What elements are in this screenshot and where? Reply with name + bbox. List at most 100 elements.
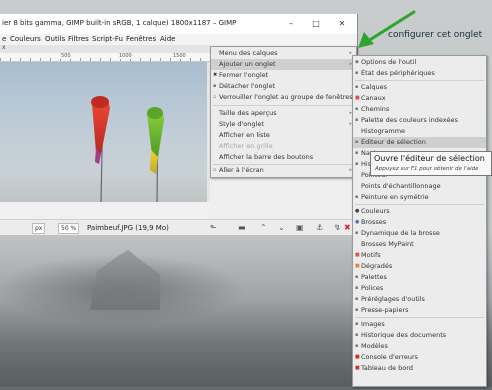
- menu-item-label: Dégradés: [361, 262, 393, 270]
- detach-icon: ▪: [213, 83, 217, 89]
- menu-item-afficher-barre-boutons[interactable]: Afficher la barre des boutons: [211, 152, 356, 163]
- raise-layer-icon[interactable]: ⌃: [260, 222, 267, 233]
- menu-item-brosses-mypaint[interactable]: Brosses MyPaint: [353, 239, 486, 250]
- dialog-icon: ■: [355, 354, 360, 360]
- menu-fenetres[interactable]: Fenêtres: [126, 35, 156, 43]
- menu-item-peinture-en-sym-trie[interactable]: ▪ Peinture en symétrie: [353, 192, 486, 203]
- layer-group-icon[interactable]: ▬: [238, 222, 246, 233]
- menu-item-style-d-onglet[interactable]: Style d'onglet ▸: [211, 119, 356, 130]
- menu-item-label: Polices: [361, 284, 384, 292]
- dialog-icon: ▪: [355, 139, 359, 145]
- lower-layer-icon[interactable]: ⌄: [278, 222, 285, 233]
- menu-item-d-grad-s[interactable]: ■ Dégradés: [353, 261, 486, 272]
- menu-item-tableau-de-bord[interactable]: ■ Tableau de bord: [353, 363, 486, 374]
- image-canvas[interactable]: [0, 62, 207, 202]
- dialog-icon: ▪: [355, 161, 359, 167]
- dialog-icon: ●: [355, 208, 360, 214]
- menu-item-ajouter-un-onglet[interactable]: Ajouter un onglet ▸: [211, 59, 356, 70]
- menu-item-dynamique-de-la-brosse[interactable]: ▪ Dynamique de la brosse: [353, 228, 486, 239]
- menu-couleurs[interactable]: Couleurs: [10, 35, 41, 43]
- annotation-text: configurer cet onglet: [388, 30, 483, 40]
- new-layer-icon[interactable]: ⬑: [210, 222, 217, 233]
- menu-item-aller-a-l-ecran[interactable]: ▫ Aller à l'écran ▸: [211, 165, 356, 176]
- merge-layer-icon[interactable]: ↯: [334, 222, 341, 233]
- menu-item-taille-des-apercus[interactable]: Taille des aperçus ▸: [211, 108, 356, 119]
- menu-item-label: Dynamique de la brosse: [361, 229, 440, 237]
- menu-item-label: Éditeur de sélection: [361, 138, 426, 146]
- menu-item-verrouiller-l-onglet[interactable]: ▫ Verrouiller l'onglet au groupe de fenê…: [211, 92, 356, 103]
- menu-item-tat-des-p-riph-riques[interactable]: ▪ État des périphériques: [353, 68, 486, 79]
- dock-dialogs-submenu: ◆ Options de l'outil ▪ État des périphériqu…: [352, 55, 487, 387]
- menu-item-label: Options de l'outil: [361, 58, 417, 66]
- dialog-icon: ▪: [355, 84, 359, 90]
- tooltip: Ouvre l'éditeur de sélection Appuyez sur…: [370, 151, 492, 176]
- dialog-icon: ◆: [355, 59, 359, 65]
- menu-item-palette-des-couleurs-index-es[interactable]: ▪ Palette des couleurs indexées: [353, 115, 486, 126]
- status-bar: px 50 % Paimbeuf.JPG (19,9 Mo) ⬑ ▬ ⌃ ⌄ ▣…: [0, 219, 357, 235]
- maximize-button[interactable]: □: [307, 17, 325, 31]
- menu-outils[interactable]: Outils: [45, 35, 65, 43]
- close-tab-icon[interactable]: x: [2, 44, 6, 51]
- menu-item-mod-les[interactable]: ▪ Modèles: [353, 341, 486, 352]
- image-tab-strip: x: [0, 44, 210, 53]
- dialog-icon: ▪: [355, 70, 359, 76]
- menu-item-brosses[interactable]: ● Brosses: [353, 217, 486, 228]
- menu-separator: [213, 105, 354, 106]
- dialog-icon: ▪: [355, 296, 359, 302]
- window-titlebar[interactable]: ier 8 bits gamma, GIMP built-in sRGB, 1 …: [0, 14, 357, 35]
- minimize-button[interactable]: –: [282, 17, 300, 31]
- windsocks-photo: [91, 96, 164, 202]
- unit-select[interactable]: px: [32, 223, 46, 234]
- menu-item-polices[interactable]: ▪ Polices: [353, 283, 486, 294]
- menu-item-motifs[interactable]: ■ Motifs: [353, 250, 486, 261]
- close-tab-icon: ✖: [213, 72, 218, 78]
- ruler-label: 1500: [172, 53, 187, 59]
- menu-item-canaux[interactable]: ■ Canaux: [353, 93, 486, 104]
- red-windsock: [91, 96, 110, 164]
- menu-item-label: Calques: [361, 83, 387, 91]
- dialog-icon: ■: [355, 263, 360, 269]
- menu-filtres[interactable]: Filtres: [68, 35, 89, 43]
- menu-item-couleurs[interactable]: ● Couleurs: [353, 206, 486, 217]
- menu-item-fermer-l-onglet[interactable]: ✖ Fermer l'onglet: [211, 70, 356, 81]
- menu-item-label: Tableau de bord: [361, 364, 413, 372]
- menu-item-calques[interactable]: ▪ Calques: [353, 82, 486, 93]
- menu-script-fu[interactable]: Script-Fu: [92, 35, 123, 43]
- ruler-label: 1000: [118, 53, 133, 59]
- dialog-icon: ■: [355, 252, 360, 258]
- menu-item-historique-des-documents[interactable]: ▪ Historique des documents: [353, 330, 486, 341]
- menu-item-label: Motifs: [361, 251, 381, 259]
- menu-item-chemins[interactable]: ▪ Chemins: [353, 104, 486, 115]
- menu-item-afficher-en-liste[interactable]: Afficher en liste: [211, 130, 356, 141]
- menu-separator: [355, 80, 484, 81]
- menu-item-diteur-de-s-lection[interactable]: ▪ Éditeur de sélection: [353, 137, 486, 148]
- anchor-layer-icon[interactable]: ⚓: [316, 222, 323, 233]
- menu-edit[interactable]: e: [2, 35, 6, 43]
- menu-item-palettes[interactable]: ▪ Palettes: [353, 272, 486, 283]
- menu-item-detacher-l-onglet[interactable]: ▪ Détacher l'onglet: [211, 81, 356, 92]
- menu-aide[interactable]: Aide: [160, 35, 175, 43]
- menu-item-console-d-erreurs[interactable]: ■ Console d'erreurs: [353, 352, 486, 363]
- duplicate-layer-icon[interactable]: ▣: [296, 222, 304, 233]
- menu-item-label: Couleurs: [361, 207, 390, 215]
- dialog-icon: ▪: [355, 343, 359, 349]
- delete-layer-icon[interactable]: ✖: [344, 222, 351, 233]
- tooltip-title: Ouvre l'éditeur de sélection: [374, 154, 485, 163]
- dialog-icon: ▪: [355, 332, 359, 338]
- menu-item-menu-des-calques[interactable]: Menu des calques ▸: [211, 48, 356, 59]
- menu-item-label: Points d'échantillonnage: [361, 182, 441, 190]
- tooltip-hint: Appuyez sur F1 pour obtenir de l'aide: [375, 166, 479, 172]
- menu-item-label: Modèles: [361, 342, 388, 350]
- menu-item-images[interactable]: ▪ Images: [353, 319, 486, 330]
- ruler-label: 500: [60, 53, 72, 59]
- dialog-icon: ▪: [355, 274, 359, 280]
- close-window-button[interactable]: ✕: [333, 17, 351, 31]
- menu-item-points-d-chantillonnage[interactable]: Points d'échantillonnage: [353, 181, 486, 192]
- menu-item-presse-papiers[interactable]: ▪ Presse-papiers: [353, 305, 486, 316]
- menu-item-options-de-l-outil[interactable]: ◆ Options de l'outil: [353, 57, 486, 68]
- menu-item-pr-r-glages-d-outils[interactable]: ▪ Préréglages d'outils: [353, 294, 486, 305]
- menu-item-label: Palettes: [361, 273, 387, 281]
- zoom-select[interactable]: 50 %: [58, 223, 80, 234]
- menu-item-label: Presse-papiers: [361, 306, 409, 314]
- menu-item-histogramme[interactable]: Histogramme: [353, 126, 486, 137]
